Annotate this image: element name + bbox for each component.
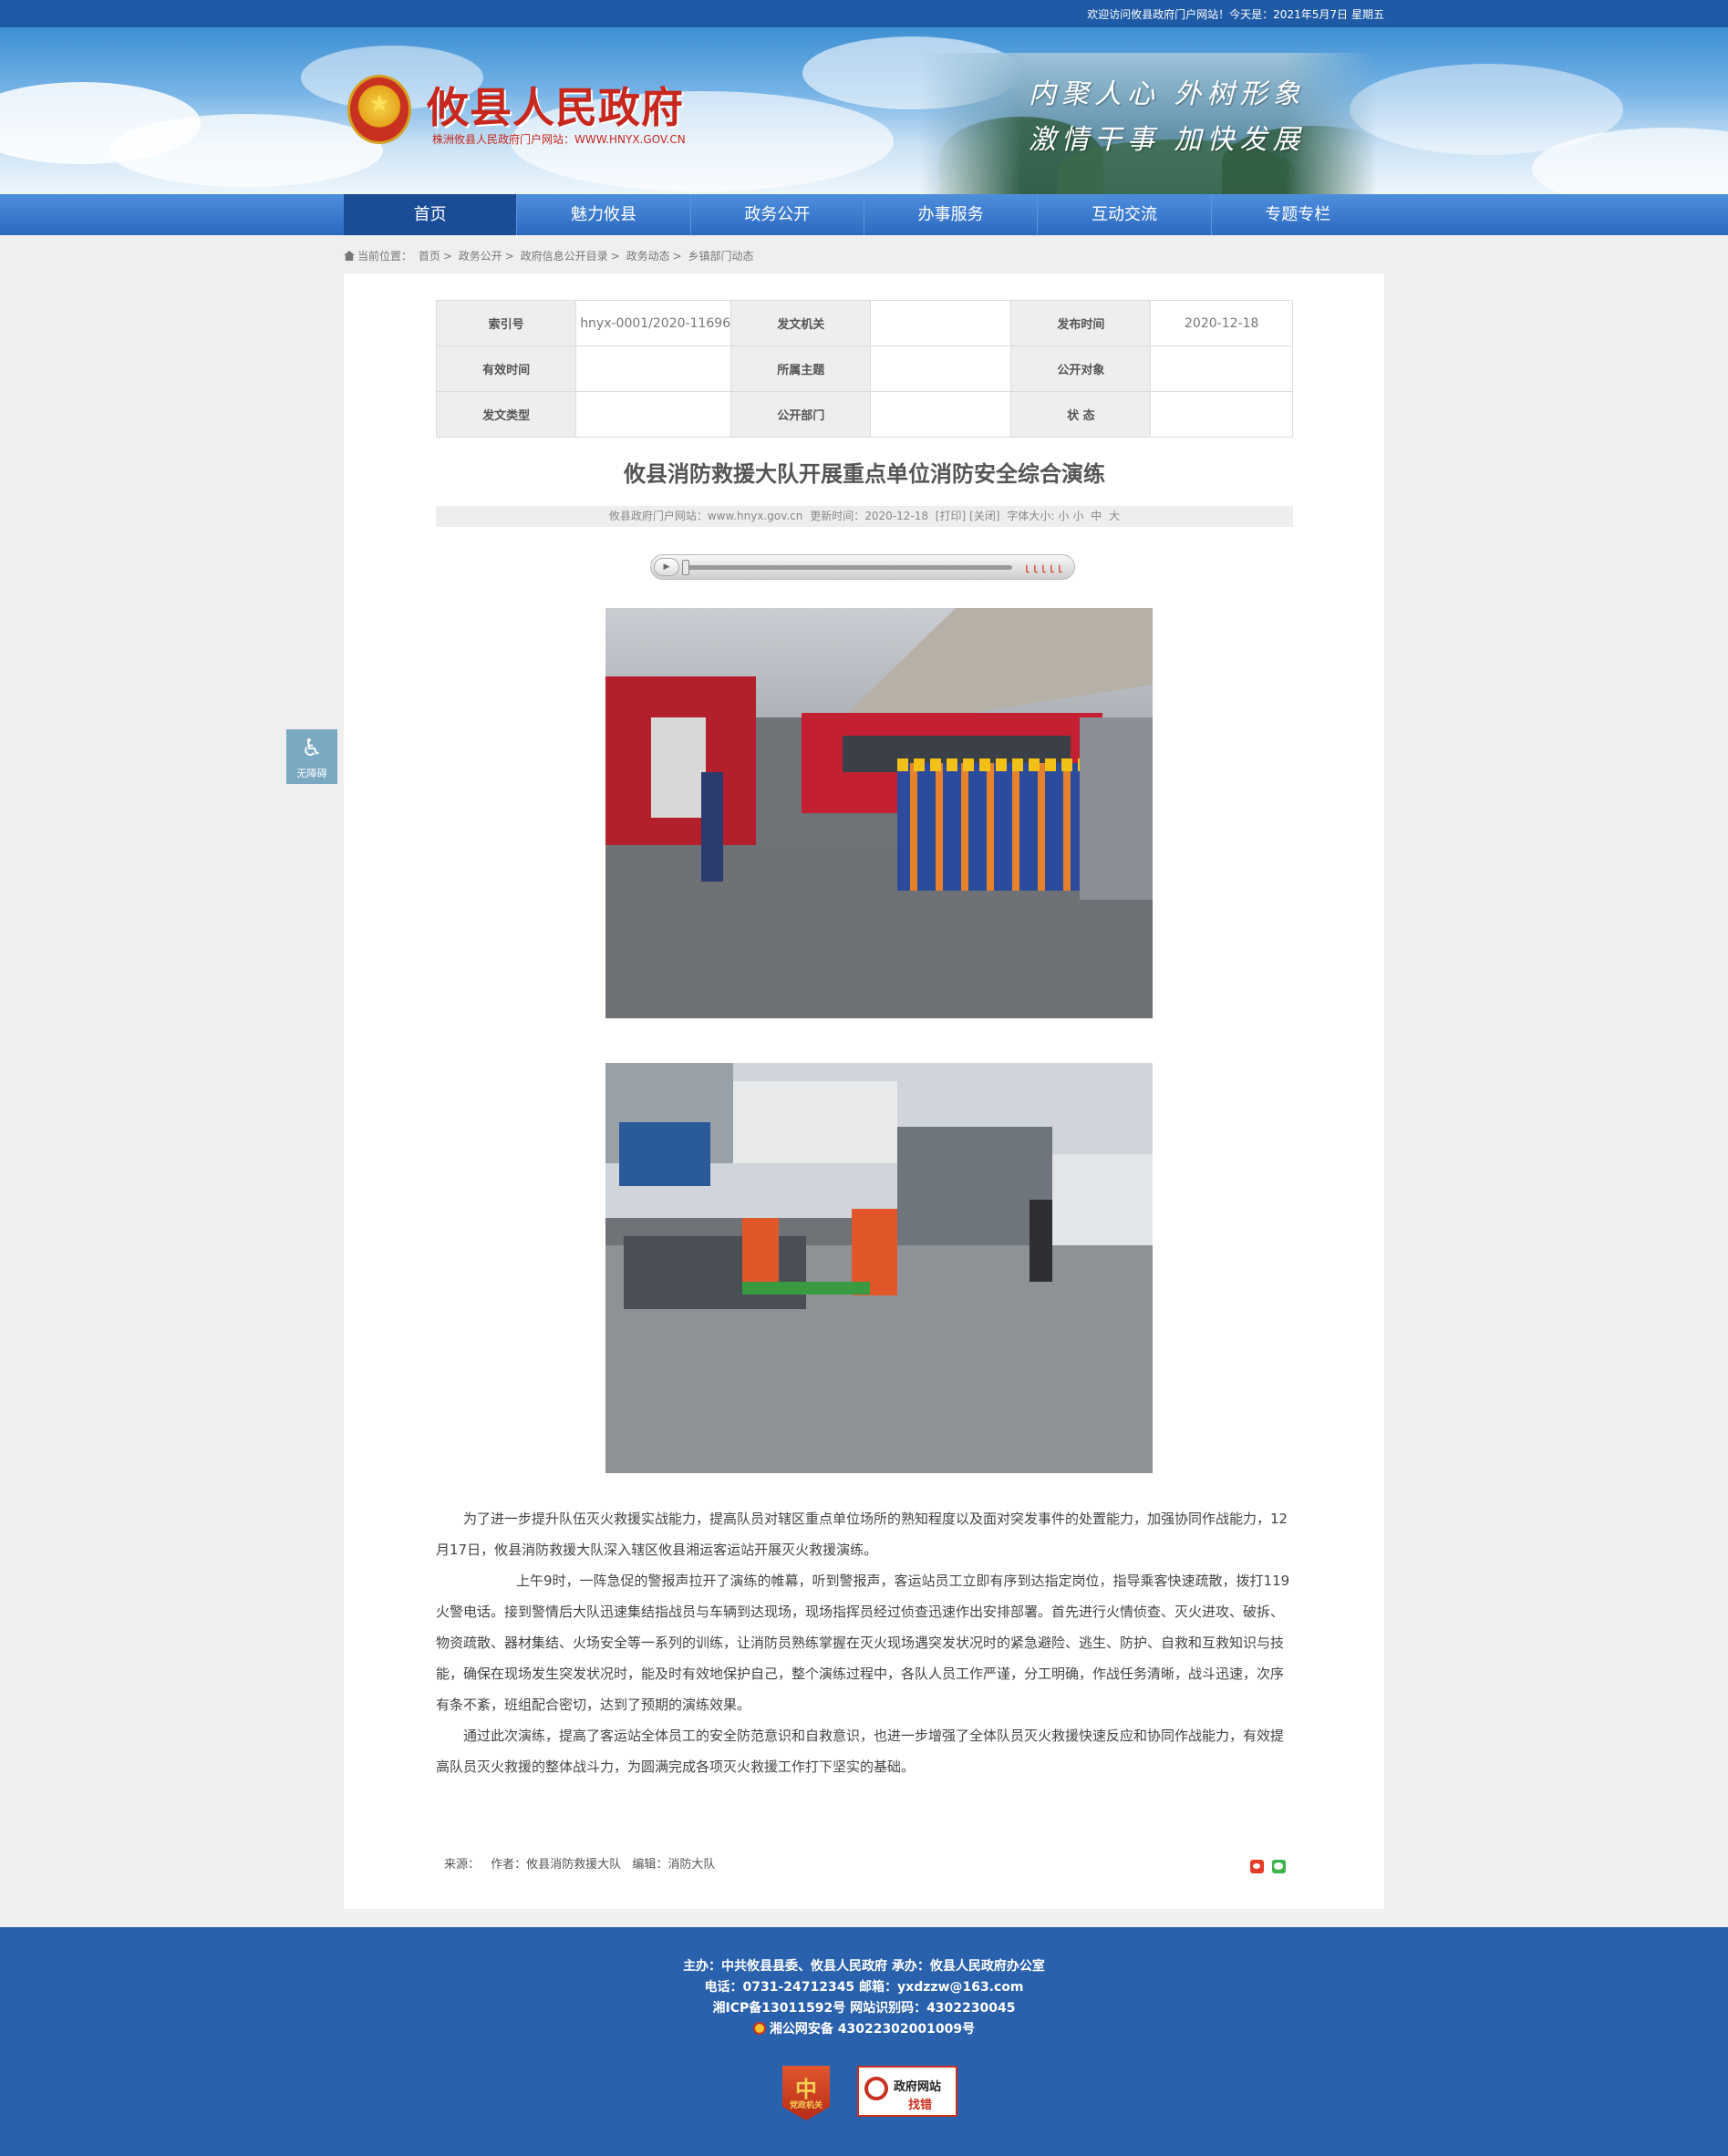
play-icon[interactable]: ▶ <box>654 558 679 576</box>
article-paragraph: 为了进一步提升队伍灭火救援实战能力，提高队员对辖区重点单位场所的熟知程度以及面对… <box>436 1511 1288 1558</box>
editor-text: 编辑：消防大队 <box>632 1858 716 1872</box>
meta-label: 有效时间 <box>435 346 577 392</box>
breadcrumb-label: 当前位置： <box>357 250 413 263</box>
font-size-medium-link[interactable]: 中 <box>1091 510 1102 522</box>
magnifier-icon <box>864 2077 888 2100</box>
audio-progress-handle[interactable] <box>682 560 689 575</box>
wechat-share-icon[interactable] <box>1272 1860 1286 1873</box>
report-error-badge[interactable]: 政府网站 找错 <box>857 2066 957 2117</box>
article-footer-meta: 来源： 作者：攸县消防救援大队 编辑：消防大队 <box>444 1854 722 1872</box>
meta-label: 发文类型 <box>435 391 577 438</box>
breadcrumb-separator: > <box>442 250 452 263</box>
meta-label: 索引号 <box>435 300 577 346</box>
article-photo-2 <box>605 1063 1153 1473</box>
meta-label: 所属主题 <box>730 346 872 392</box>
font-size-label: 字体大小: <box>1007 510 1055 522</box>
breadcrumb-link[interactable]: 政府信息公开目录 <box>521 250 608 263</box>
slogan-line-2: 激情干事 加快发展 <box>1029 124 1306 156</box>
meta-label: 状 态 <box>1010 391 1152 438</box>
meta-label: 公开对象 <box>1010 346 1152 392</box>
slogan-line-1: 内聚人心 外树形象 <box>1029 78 1306 110</box>
meta-label: 发布时间 <box>1010 300 1152 346</box>
welcome-text: 欢迎访问攸县政府门户网站！今天是：2021年5月7日 星期五 <box>1083 6 1384 22</box>
police-badge-icon <box>752 2022 766 2035</box>
meta-value <box>1150 391 1293 438</box>
meta-value <box>1150 346 1293 392</box>
table-row: 发文类型 公开部门 状 态 <box>435 391 1293 438</box>
meta-label: 发文机关 <box>730 300 872 346</box>
breadcrumb: 当前位置： 首页 > 政务公开 > 政府信息公开目录 > 政务动态 > 乡镇部门动态 <box>344 248 756 263</box>
breadcrumb-link[interactable]: 政务动态 <box>626 250 670 263</box>
nav-item-home[interactable]: 首页 <box>344 194 518 235</box>
footer-host-line: 主办：中共攸县县委、攸县人民政府 承办：攸县人民政府办公室 <box>683 1959 1045 1974</box>
font-size-small-link[interactable]: 小 <box>1058 510 1069 522</box>
breadcrumb-separator: > <box>504 250 514 263</box>
nav-item-gov-open[interactable]: 政务公开 <box>691 194 864 235</box>
nav-item-charm[interactable]: 魅力攸县 <box>517 194 691 235</box>
meta-value <box>575 346 732 392</box>
main-nav: 首页 魅力攸县 政务公开 办事服务 互动交流 专题专栏 <box>0 194 1728 235</box>
national-emblem-icon: ★ <box>347 75 411 144</box>
breadcrumb-link[interactable]: 政务公开 <box>459 250 502 263</box>
meta-value <box>870 300 1012 346</box>
volume-bars-icon[interactable]: ｌｌｌｌｌ <box>1022 562 1064 575</box>
font-size-small-link[interactable]: 小 <box>1072 510 1083 522</box>
party-gov-label: 党政机关 <box>789 2101 823 2110</box>
nav-item-interaction[interactable]: 互动交流 <box>1038 194 1212 235</box>
footer-icp-line: 湘ICP备13011592号 网站识别码：4302230045 <box>712 2001 1016 2016</box>
cloud-decoration <box>109 114 383 187</box>
article-photo-1 <box>605 608 1153 1018</box>
meta-value <box>575 391 732 438</box>
article-paragraph: 上午9时，一阵急促的警报声拉开了演练的帷幕，听到警报声，客运站员工立即有序到达指… <box>436 1573 1290 1713</box>
close-link[interactable]: [关闭] <box>969 510 999 522</box>
table-row: 索引号 hnyx-0001/2020-11696 发文机关 发布时间 2020-… <box>435 300 1293 346</box>
site-subtitle: 株洲攸县人民政府门户网站：WWW.HNYX.GOV.CN <box>432 133 686 146</box>
source-label: 来源： <box>444 1858 481 1872</box>
document-meta-table: 索引号 hnyx-0001/2020-11696 发文机关 发布时间 2020-… <box>435 300 1293 438</box>
meta-label: 公开部门 <box>730 391 872 438</box>
report-error-line1: 政府网站 <box>894 2080 942 2094</box>
date-text: 欢迎访问攸县政府门户网站！今天是：2021年5月7日 <box>1087 8 1348 21</box>
article-info-bar: 攸县政府门户网站：www.hnyx.gov.cn 更新时间：2020-12-18… <box>436 506 1293 527</box>
wheelchair-icon: ♿ <box>301 735 323 762</box>
source-site-text: 攸县政府门户网站：www.hnyx.gov.cn <box>608 510 803 522</box>
nav-item-services[interactable]: 办事服务 <box>864 194 1039 235</box>
update-time-text: 更新时间：2020-12-18 <box>810 510 928 522</box>
top-bar: 欢迎访问攸县政府门户网站！今天是：2021年5月7日 星期五 <box>0 0 1728 27</box>
home-icon <box>344 251 355 261</box>
meta-value <box>870 346 1012 392</box>
breadcrumb-link[interactable]: 乡镇部门动态 <box>688 250 753 263</box>
footer-police-line: 湘公网安备 43022302001009号 <box>0 2019 1728 2040</box>
accessibility-button[interactable]: ♿ 无障碍 <box>286 729 337 784</box>
meta-value: 2020-12-18 <box>1150 300 1293 346</box>
article-paragraph: 通过此次演练，提高了客运站全体员工的安全防范意识和自救意识，也进一步增强了全体队… <box>436 1728 1285 1775</box>
nav-item-topics[interactable]: 专题专栏 <box>1212 194 1384 235</box>
audio-player: ▶ ｌｌｌｌｌ <box>650 554 1075 580</box>
site-title[interactable]: 攸县人民政府 <box>427 75 684 135</box>
print-link[interactable]: [打印] <box>936 510 966 522</box>
audio-progress-track[interactable] <box>684 565 1012 570</box>
header-banner <box>0 27 1728 194</box>
breadcrumb-link[interactable]: 首页 <box>419 250 440 263</box>
table-row: 有效时间 所属主题 公开对象 <box>435 346 1293 392</box>
weibo-share-icon[interactable] <box>1250 1860 1264 1873</box>
footer-contact-line: 电话：0731-24712345 邮箱：yxdzzw@163.com <box>704 1980 1024 1995</box>
breadcrumb-separator: > <box>672 250 682 263</box>
breadcrumb-separator: > <box>610 250 620 263</box>
meta-value: hnyx-0001/2020-11696 <box>575 300 732 346</box>
article-body: 为了进一步提升队伍灭火救援实战能力，提高队员对辖区重点单位场所的熟知程度以及面对… <box>436 1503 1293 1782</box>
police-record-text[interactable]: 湘公网安备 43022302001009号 <box>770 2022 975 2037</box>
site-footer: 主办：中共攸县县委、攸县人民政府 承办：攸县人民政府办公室 电话：0731-24… <box>0 1927 1728 2156</box>
author-text: 作者：攸县消防救援大队 <box>491 1858 622 1872</box>
article-title: 攸县消防救援大队开展重点单位消防安全综合演练 <box>624 461 1105 487</box>
weekday-text: 星期五 <box>1350 8 1384 21</box>
font-size-large-link[interactable]: 大 <box>1109 510 1120 522</box>
meta-value <box>870 391 1012 438</box>
accessibility-label: 无障碍 <box>296 768 327 779</box>
report-error-line2: 找错 <box>908 2099 933 2112</box>
